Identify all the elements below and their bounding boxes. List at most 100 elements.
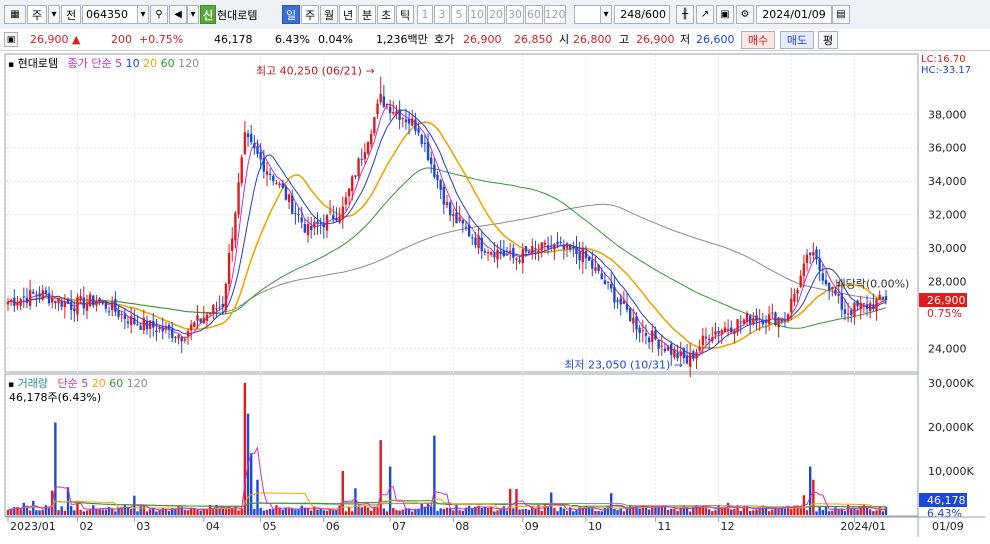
buy-button[interactable]: 매수: [741, 31, 775, 49]
candle-body: [610, 283, 613, 289]
code-dropdown-icon[interactable]: ▾: [137, 5, 149, 24]
date-label: 08: [455, 520, 469, 533]
interval-button-120[interactable]: 120: [544, 5, 566, 24]
candle-body: [133, 317, 136, 325]
volume-bar: [341, 470, 344, 515]
volume-bar: [452, 510, 455, 515]
calendar-icon[interactable]: ▤: [832, 5, 850, 24]
sell-button[interactable]: 매도: [780, 31, 814, 49]
candle-body: [682, 348, 686, 359]
interval-button-20[interactable]: 20: [487, 5, 505, 24]
volume-bar: [129, 509, 133, 515]
price-plot-frame: [4, 53, 919, 373]
candle-body: [812, 251, 815, 256]
volume-bar: [591, 508, 594, 515]
gear-icon[interactable]: ⚙: [736, 5, 754, 24]
candle-body: [19, 299, 22, 306]
volume-bar: [19, 509, 22, 515]
interval-button-60[interactable]: 60: [525, 5, 543, 24]
interval-button-1[interactable]: 1: [417, 5, 433, 24]
period-tab-3[interactable]: 년: [339, 5, 357, 24]
volume-bar: [726, 502, 730, 515]
period-tab-0[interactable]: 일: [282, 5, 300, 24]
candle-body: [850, 310, 853, 316]
market-dropdown-icon[interactable]: ▾: [48, 5, 60, 24]
volume-bar: [812, 479, 815, 515]
candle-body: [490, 251, 493, 255]
candle-body: [591, 260, 594, 269]
period-tab-4[interactable]: 분: [358, 5, 376, 24]
candle-body: [480, 237, 483, 252]
interval-button-30[interactable]: 30: [506, 5, 524, 24]
candle-body: [366, 142, 370, 154]
candle-type-icon[interactable]: ╫: [676, 5, 694, 24]
candle-body: [177, 335, 180, 339]
candle-body: [139, 325, 142, 330]
volume-bar: [442, 509, 446, 515]
volume-bar: [616, 510, 619, 515]
date-input[interactable]: 2024/01/09: [756, 5, 832, 24]
period-tab-1[interactable]: 주: [301, 5, 319, 24]
interval-button-3[interactable]: 3: [434, 5, 450, 24]
candle-body: [527, 251, 531, 254]
save-icon[interactable]: ▣: [716, 5, 734, 24]
grid-menu-icon[interactable]: ▦: [4, 5, 26, 24]
date-label: 05: [263, 520, 277, 533]
volume-bar: [711, 511, 714, 515]
prev-button[interactable]: 전: [61, 5, 81, 24]
interval-button-10[interactable]: 10: [468, 5, 486, 24]
speaker-dropdown-icon[interactable]: ▾: [187, 5, 199, 24]
quote-toggle-icon[interactable]: ▣: [4, 32, 18, 47]
date-label: 2024/01: [840, 520, 886, 533]
hc-label: HC:-33.17: [921, 65, 972, 76]
volume-bar: [455, 505, 458, 515]
stock-code-input[interactable]: 064350: [82, 5, 138, 24]
candle-body: [587, 257, 591, 261]
candle-body: [594, 267, 597, 271]
candle-body: [723, 327, 727, 332]
eval-button[interactable]: 평: [818, 31, 838, 49]
candle-body: [117, 310, 120, 317]
speaker-icon[interactable]: ◀: [169, 5, 187, 24]
volume-bar: [562, 508, 566, 515]
volume-bar: [126, 506, 130, 515]
eval-label: 평: [822, 34, 834, 47]
candle-body: [670, 344, 673, 355]
candle-body: [745, 313, 749, 323]
stock-code-value: 064350: [86, 8, 128, 21]
volume-bar: [499, 509, 502, 515]
candle-body: [831, 287, 834, 290]
volume-bar: [186, 510, 190, 515]
indicator-icon[interactable]: ↗: [696, 5, 714, 24]
market-select[interactable]: 주: [27, 5, 47, 24]
candle-body: [284, 186, 288, 200]
candle-body: [60, 300, 63, 307]
interval-button-5[interactable]: 5: [451, 5, 467, 24]
candle-body: [467, 224, 471, 237]
price-volume-chart[interactable]: 최고 40,250 (06/21) → 최저 23,050 (10/31) → 배당…: [0, 52, 990, 541]
chart-area[interactable]: 최고 40,250 (06/21) → 최저 23,050 (10/31) → 배당…: [0, 52, 990, 541]
period-tab-2[interactable]: 월: [320, 5, 338, 24]
period-tab-5[interactable]: 초: [377, 5, 395, 24]
volume-bar: [347, 507, 351, 515]
candle-body: [328, 211, 332, 213]
count-input[interactable]: 248/600: [614, 5, 670, 24]
volume-bar: [240, 508, 243, 515]
candle-body: [455, 212, 458, 224]
volume-bar: [212, 509, 215, 515]
period-tab-6[interactable]: 틱: [396, 5, 414, 24]
candle-body: [66, 299, 70, 305]
volume-bar: [183, 509, 187, 515]
volume-bar: [401, 509, 404, 515]
candle-body: [313, 221, 316, 228]
volume-bar: [496, 510, 499, 515]
volume-bar: [622, 511, 626, 515]
stock-badge: 신: [200, 5, 216, 24]
candle-body: [167, 324, 171, 330]
search-icon[interactable]: ⚲: [150, 5, 168, 24]
candle-body: [679, 351, 682, 357]
volume-bar: [606, 505, 610, 515]
interval-dropdown-icon[interactable]: ▾: [600, 5, 612, 24]
candle-body: [524, 246, 528, 252]
last-price-badge-text: 26,900: [927, 294, 966, 307]
